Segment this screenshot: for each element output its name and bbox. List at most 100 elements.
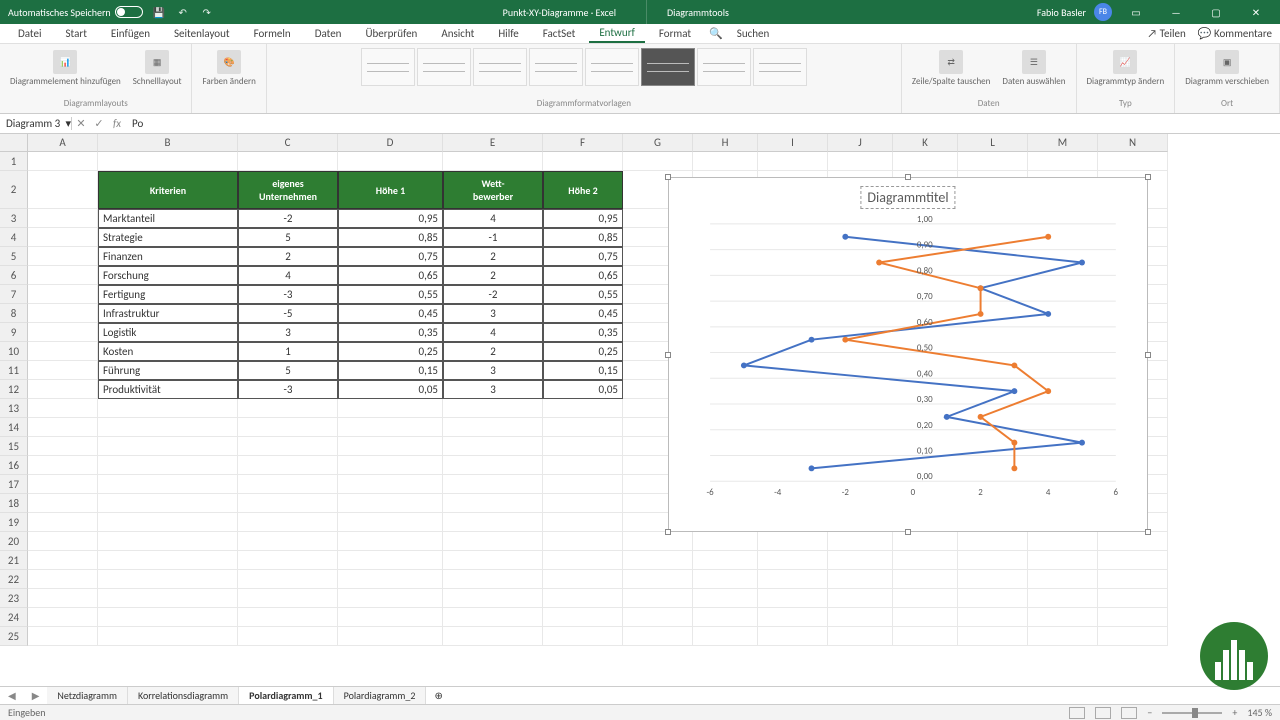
- spreadsheet-grid[interactable]: ABCDEFGHIJKLMN 1234567891011121314151617…: [0, 134, 1280, 674]
- formula-input[interactable]: Po: [126, 117, 1280, 130]
- save-icon[interactable]: 💾: [151, 4, 167, 20]
- cell[interactable]: [623, 589, 693, 608]
- cell[interactable]: [98, 437, 238, 456]
- column-header[interactable]: L: [958, 134, 1028, 152]
- row-header[interactable]: 7: [0, 285, 28, 304]
- select-all-corner[interactable]: [0, 134, 28, 152]
- cell[interactable]: [543, 589, 623, 608]
- cell[interactable]: [238, 494, 338, 513]
- cell[interactable]: [98, 570, 238, 589]
- tab-einfügen[interactable]: Einfügen: [101, 25, 160, 42]
- cell[interactable]: [758, 152, 828, 171]
- row-header[interactable]: 21: [0, 551, 28, 570]
- chart-styles-gallery[interactable]: [361, 48, 807, 86]
- cell[interactable]: [758, 608, 828, 627]
- row-header[interactable]: 13: [0, 399, 28, 418]
- autosave-toggle[interactable]: Automatisches Speichern: [8, 6, 143, 19]
- row-header[interactable]: 20: [0, 532, 28, 551]
- tab-format[interactable]: Format: [649, 25, 701, 42]
- cell[interactable]: Infrastruktur: [98, 304, 238, 323]
- cell[interactable]: [98, 513, 238, 532]
- cell[interactable]: [98, 532, 238, 551]
- cell[interactable]: [758, 551, 828, 570]
- cell[interactable]: 0,35: [543, 323, 623, 342]
- cell[interactable]: [28, 627, 98, 646]
- undo-icon[interactable]: ↶: [175, 4, 191, 20]
- resize-handle[interactable]: [665, 174, 671, 180]
- cell[interactable]: [338, 551, 443, 570]
- cell[interactable]: [338, 608, 443, 627]
- cell[interactable]: [98, 589, 238, 608]
- quick-layout-button[interactable]: ▦ Schnelllayout: [129, 48, 186, 89]
- cell[interactable]: [338, 532, 443, 551]
- cell[interactable]: Logistik: [98, 323, 238, 342]
- chart-style-thumb[interactable]: [641, 48, 695, 86]
- cell[interactable]: 2: [443, 342, 543, 361]
- cell[interactable]: [623, 608, 693, 627]
- sheet-nav-next[interactable]: ▶: [24, 689, 48, 702]
- plot-area[interactable]: 0,000,100,200,300,400,500,600,700,800,90…: [689, 214, 1127, 501]
- column-header[interactable]: M: [1028, 134, 1098, 152]
- cell[interactable]: [543, 475, 623, 494]
- column-header[interactable]: B: [98, 134, 238, 152]
- cell[interactable]: [893, 570, 958, 589]
- cell[interactable]: [338, 570, 443, 589]
- cell[interactable]: [1098, 570, 1168, 589]
- close-icon[interactable]: ✕: [1240, 0, 1272, 24]
- cell[interactable]: [338, 152, 443, 171]
- cell[interactable]: 3: [443, 361, 543, 380]
- cell[interactable]: 0,55: [338, 285, 443, 304]
- redo-icon[interactable]: ↷: [199, 4, 215, 20]
- cell[interactable]: [958, 608, 1028, 627]
- row-header[interactable]: 3: [0, 209, 28, 228]
- cell[interactable]: [28, 247, 98, 266]
- chart-object[interactable]: Diagrammtitel 0,000,100,200,300,400,500,…: [668, 177, 1148, 532]
- cell[interactable]: [693, 551, 758, 570]
- tab-überprüfen[interactable]: Überprüfen: [355, 25, 427, 42]
- row-header[interactable]: 10: [0, 342, 28, 361]
- cell[interactable]: 0,75: [338, 247, 443, 266]
- share-button[interactable]: ↗ Teilen: [1147, 27, 1185, 40]
- cell[interactable]: Strategie: [98, 228, 238, 247]
- cell[interactable]: [443, 456, 543, 475]
- cell[interactable]: [623, 551, 693, 570]
- cell[interactable]: [98, 475, 238, 494]
- cell[interactable]: [958, 152, 1028, 171]
- cell[interactable]: Wett-bewerber: [443, 171, 543, 209]
- cell[interactable]: [543, 494, 623, 513]
- tab-factset[interactable]: FactSet: [533, 25, 586, 42]
- row-header[interactable]: 14: [0, 418, 28, 437]
- cell[interactable]: [443, 513, 543, 532]
- cell[interactable]: [238, 418, 338, 437]
- cell[interactable]: [98, 418, 238, 437]
- row-header[interactable]: 6: [0, 266, 28, 285]
- cell[interactable]: [758, 589, 828, 608]
- cell[interactable]: [28, 570, 98, 589]
- row-header[interactable]: 11: [0, 361, 28, 380]
- page-layout-view-button[interactable]: [1095, 707, 1111, 719]
- cell[interactable]: [338, 513, 443, 532]
- chart-style-thumb[interactable]: [473, 48, 527, 86]
- cell[interactable]: [443, 570, 543, 589]
- cell[interactable]: [1028, 608, 1098, 627]
- cell[interactable]: 5: [238, 228, 338, 247]
- cell[interactable]: [338, 475, 443, 494]
- tab-start[interactable]: Start: [56, 25, 97, 42]
- cell[interactable]: [693, 589, 758, 608]
- cell[interactable]: [238, 456, 338, 475]
- cell[interactable]: [238, 532, 338, 551]
- cell[interactable]: [98, 152, 238, 171]
- cell[interactable]: [828, 532, 893, 551]
- cell[interactable]: [828, 608, 893, 627]
- cell[interactable]: [543, 513, 623, 532]
- cell[interactable]: [28, 209, 98, 228]
- zoom-in-button[interactable]: +: [1232, 706, 1237, 719]
- cell[interactable]: [893, 152, 958, 171]
- cell[interactable]: [98, 494, 238, 513]
- cell[interactable]: [28, 228, 98, 247]
- cell[interactable]: [338, 627, 443, 646]
- cell[interactable]: [693, 570, 758, 589]
- cell[interactable]: [828, 152, 893, 171]
- column-header[interactable]: D: [338, 134, 443, 152]
- row-header[interactable]: 5: [0, 247, 28, 266]
